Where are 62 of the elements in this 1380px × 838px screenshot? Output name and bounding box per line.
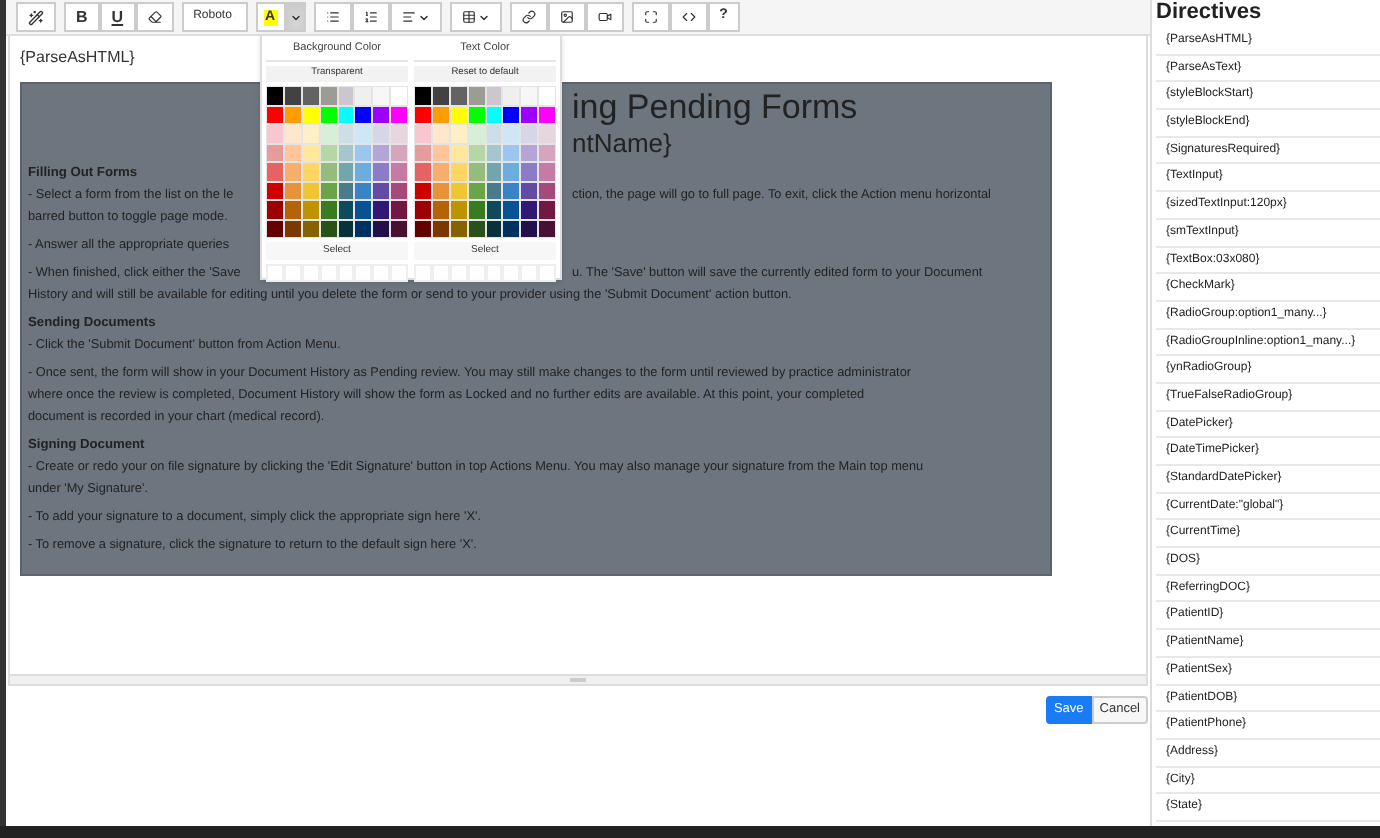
color-swatch[interactable] bbox=[390, 86, 408, 105]
color-swatch[interactable] bbox=[372, 162, 391, 181]
color-swatch[interactable] bbox=[538, 162, 556, 181]
eraser-button[interactable] bbox=[135, 2, 174, 32]
color-swatch[interactable] bbox=[354, 86, 373, 105]
fullscreen-button[interactable] bbox=[631, 2, 670, 32]
table-icon bbox=[461, 10, 476, 24]
editor-text: {ParseAsHTML} bbox=[20, 46, 135, 70]
align-left-icon bbox=[401, 10, 416, 24]
color-swatch[interactable] bbox=[266, 200, 284, 219]
bullet-list-button[interactable] bbox=[313, 2, 352, 32]
video-icon bbox=[597, 10, 612, 24]
color-swatch[interactable] bbox=[520, 86, 539, 105]
color-swatch[interactable] bbox=[538, 124, 556, 143]
magic-wand-icon bbox=[28, 9, 44, 25]
color-swatch[interactable] bbox=[266, 124, 284, 143]
color-swatch[interactable] bbox=[372, 86, 391, 105]
color-swatch[interactable] bbox=[414, 124, 432, 143]
color-swatch[interactable] bbox=[390, 200, 408, 219]
color-swatch[interactable] bbox=[414, 162, 432, 181]
table-dropdown[interactable] bbox=[449, 2, 502, 32]
link-icon bbox=[521, 10, 536, 24]
color-swatch[interactable] bbox=[390, 162, 408, 181]
color-swatch[interactable] bbox=[266, 162, 284, 181]
color-swatch[interactable] bbox=[538, 86, 556, 105]
color-swatch[interactable] bbox=[354, 124, 373, 143]
document-subtitle: ntName} bbox=[572, 130, 672, 162]
color-swatch[interactable] bbox=[502, 200, 521, 219]
color-swatch[interactable] bbox=[502, 86, 521, 105]
color-swatch[interactable] bbox=[414, 200, 432, 219]
video-button[interactable] bbox=[585, 2, 624, 32]
link-button[interactable] bbox=[509, 2, 548, 32]
color-swatch[interactable] bbox=[372, 124, 391, 143]
color-swatch[interactable] bbox=[502, 124, 521, 143]
document-title: ing Pending Forms bbox=[572, 90, 858, 130]
underline-button[interactable]: U bbox=[99, 2, 136, 32]
numbered-list-button[interactable] bbox=[351, 2, 390, 32]
numbered-list-icon bbox=[363, 10, 378, 24]
color-swatch[interactable] bbox=[520, 162, 539, 181]
color-swatch[interactable] bbox=[390, 124, 408, 143]
fullscreen-icon bbox=[643, 10, 658, 24]
editor-area[interactable] bbox=[8, 36, 1148, 686]
image-icon bbox=[559, 10, 574, 24]
bold-button[interactable]: B bbox=[64, 2, 100, 32]
color-swatch[interactable] bbox=[354, 200, 373, 219]
color-swatch[interactable] bbox=[538, 200, 556, 219]
color-swatch[interactable] bbox=[502, 162, 521, 181]
color-swatch[interactable] bbox=[520, 124, 539, 143]
color-swatch[interactable] bbox=[414, 86, 432, 105]
code-icon bbox=[681, 10, 696, 24]
code-view-button[interactable] bbox=[669, 2, 708, 32]
color-swatch[interactable] bbox=[520, 200, 539, 219]
align-dropdown[interactable] bbox=[389, 2, 442, 32]
eraser-icon bbox=[147, 10, 162, 24]
magic-wand-button[interactable] bbox=[16, 2, 56, 32]
color-swatch[interactable] bbox=[372, 200, 391, 219]
color-swatch[interactable] bbox=[354, 162, 373, 181]
bullet-list-icon bbox=[325, 10, 340, 24]
image-button[interactable] bbox=[547, 2, 586, 32]
panel-title: Directives bbox=[1156, 0, 1264, 28]
color-dropdown-button[interactable] bbox=[285, 2, 306, 32]
color-swatch[interactable] bbox=[266, 86, 284, 105]
